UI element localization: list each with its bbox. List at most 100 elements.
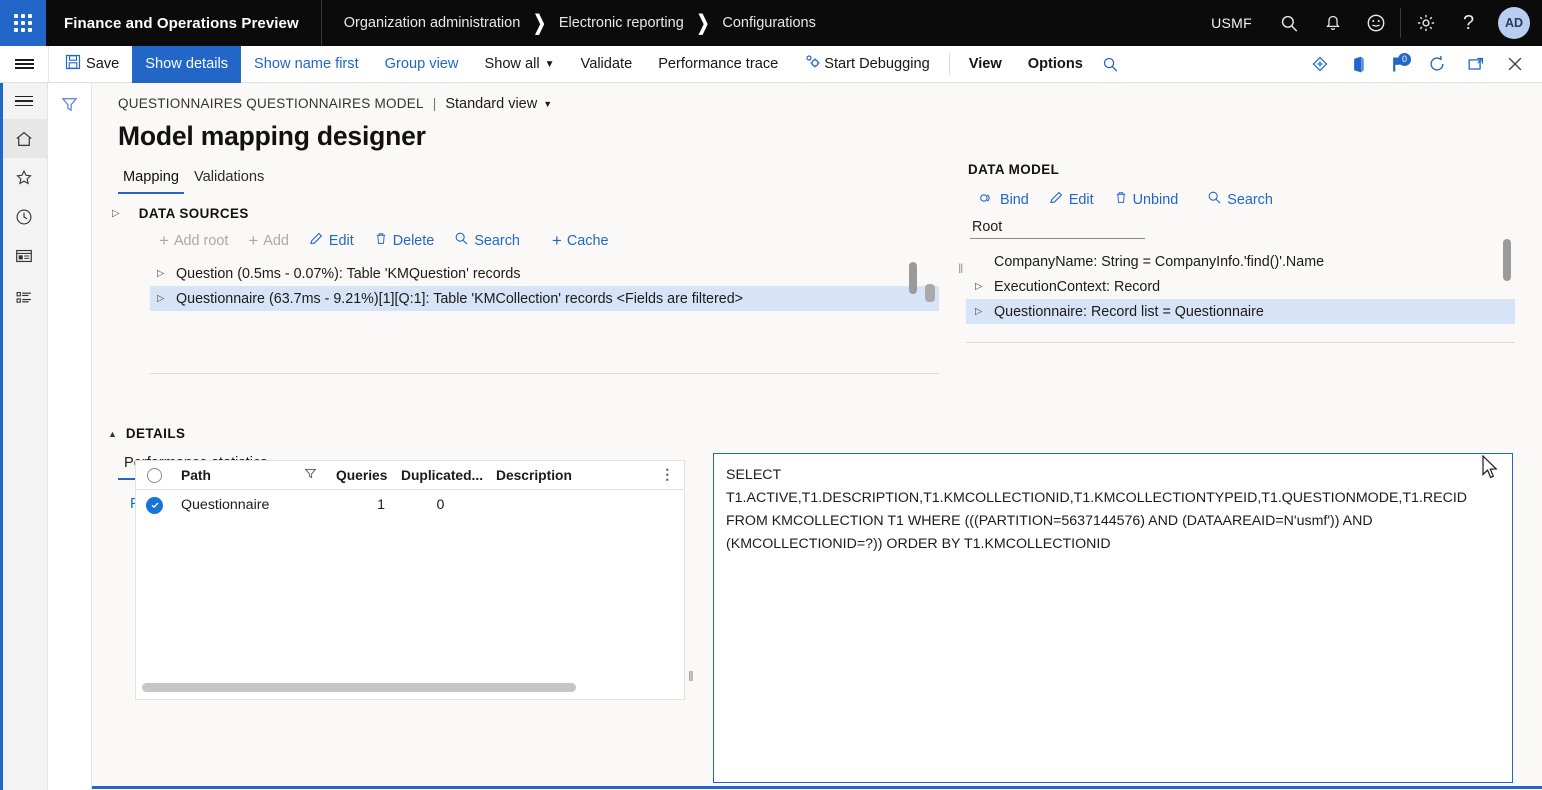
view-selector[interactable]: Standard view ▼ — [445, 96, 552, 112]
page-breadcrumb: QUESTIONNAIRES QUESTIONNAIRES MODEL | St… — [92, 83, 1542, 112]
tab-validations[interactable]: Validations — [189, 166, 269, 194]
sidebar-item-modules[interactable] — [0, 278, 48, 317]
data-sources-tree: ▷ Question (0.5ms - 0.07%): Table 'KMQue… — [150, 261, 939, 374]
data-model-root-input[interactable] — [970, 218, 1145, 239]
sidebar-item-recent[interactable] — [0, 197, 48, 236]
model-row-label: CompanyName: String = CompanyInfo.'find(… — [994, 253, 1325, 270]
tab-mapping[interactable]: Mapping — [118, 166, 184, 194]
avatar[interactable]: AD — [1498, 7, 1530, 39]
view-menu-button[interactable]: View — [956, 46, 1015, 83]
search-icon[interactable] — [1096, 46, 1126, 83]
help-question-icon[interactable]: ? — [1447, 0, 1490, 46]
data-sources-title: DATA SOURCES — [138, 206, 249, 221]
grid-column-duplicated[interactable]: Duplicated... — [393, 468, 488, 483]
action-pane-toolbar: Save Show details Show name first Group … — [0, 45, 1542, 83]
trash-icon — [374, 231, 388, 250]
save-floppy-icon — [65, 54, 81, 74]
sidebar-item-workspaces[interactable] — [0, 236, 48, 275]
more-vertical-icon[interactable]: ⋮ — [652, 467, 684, 483]
company-selector[interactable]: USMF — [1195, 15, 1268, 31]
search-button[interactable]: Search — [445, 229, 529, 252]
sql-query-textbox[interactable]: SELECT T1.ACTIVE,T1.DESCRIPTION,T1.KMCOL… — [713, 453, 1513, 783]
data-sources-vertical-scrollbar[interactable] — [909, 262, 917, 294]
breadcrumb-item-organization-administration[interactable]: Organization administration — [344, 15, 521, 31]
share-diamond-icon[interactable] — [1300, 46, 1339, 83]
rail-hamburger-icon[interactable] — [0, 83, 48, 119]
tree-row-questionnaire[interactable]: ▷ Questionnaire (63.7ms - 9.21%)[1][Q:1]… — [150, 286, 939, 311]
expand-caret-icon[interactable]: ▷ — [112, 208, 120, 219]
data-model-title: DATA MODEL — [968, 162, 1060, 177]
settings-gear-icon[interactable] — [1404, 0, 1447, 46]
close-icon[interactable] — [1495, 46, 1534, 83]
edit-button[interactable]: Edit — [300, 229, 363, 252]
grid-column-queries[interactable]: Queries — [328, 468, 393, 483]
feedback-smiley-icon[interactable] — [1354, 0, 1397, 46]
radio-selected-icon — [146, 496, 163, 514]
page-breadcrumb-text: QUESTIONNAIRES QUESTIONNAIRES MODEL — [118, 96, 424, 111]
breadcrumb-item-configurations[interactable]: Configurations — [722, 15, 816, 31]
show-name-first-button[interactable]: Show name first — [241, 46, 372, 83]
edit-model-button[interactable]: Edit — [1040, 188, 1103, 211]
grid-sql-splitter[interactable]: ‖ — [688, 668, 694, 684]
options-menu-button[interactable]: Options — [1015, 46, 1096, 83]
grid-column-path[interactable]: Path — [173, 468, 296, 483]
show-all-dropdown[interactable]: Show all ▼ — [471, 46, 567, 83]
sidebar-item-favorites[interactable] — [0, 158, 48, 197]
add-root-button[interactable]: + Add root — [150, 230, 237, 251]
popout-icon[interactable] — [1456, 46, 1495, 83]
breadcrumb-item-electronic-reporting[interactable]: Electronic reporting — [559, 15, 684, 31]
show-details-button[interactable]: Show details — [132, 45, 242, 83]
table-row[interactable]: Questionnaire 1 0 — [136, 490, 684, 520]
trash-icon — [1114, 190, 1128, 209]
add-label: Add — [263, 232, 289, 249]
sidebar-item-home[interactable] — [0, 119, 48, 158]
data-model-command-bar: Bind Edit Unbind Search — [966, 177, 1532, 211]
page-bottom-accent — [92, 786, 1542, 789]
save-button[interactable]: Save — [49, 46, 132, 83]
bind-button[interactable]: Bind — [970, 189, 1038, 211]
tree-row-question[interactable]: ▷ Question (0.5ms - 0.07%): Table 'KMQue… — [150, 261, 939, 286]
validate-button[interactable]: Validate — [568, 46, 646, 83]
power-apps-icon[interactable]: 0 — [1378, 46, 1417, 83]
page-title: Model mapping designer — [118, 121, 426, 151]
view-selector-label: Standard view — [445, 96, 538, 112]
edit-model-label: Edit — [1068, 191, 1094, 208]
model-row-executioncontext[interactable]: ▷ ExecutionContext: Record — [966, 274, 1515, 299]
refresh-icon[interactable] — [1417, 46, 1456, 83]
details-title: DETAILS — [125, 426, 186, 441]
cell-path: Questionnaire — [181, 497, 270, 513]
add-button[interactable]: + Add — [239, 230, 298, 251]
collapse-caret-icon[interactable]: ▲ — [108, 429, 117, 439]
row-select-radio[interactable] — [136, 496, 173, 514]
navigation-menu-hamburger-icon[interactable] — [0, 46, 48, 82]
data-model-vertical-scrollbar[interactable] — [1503, 239, 1511, 281]
save-label: Save — [86, 56, 120, 72]
grid-select-all-radio[interactable] — [136, 467, 173, 483]
start-debugging-button[interactable]: Start Debugging — [791, 46, 942, 83]
details-section-header[interactable]: ▲ DETAILS — [92, 424, 1542, 441]
performance-trace-button[interactable]: Performance trace — [645, 46, 791, 83]
grid-horizontal-scrollbar[interactable] — [142, 683, 576, 692]
group-view-button[interactable]: Group view — [372, 46, 472, 83]
model-row-companyname[interactable]: CompanyName: String = CompanyInfo.'find(… — [966, 249, 1515, 274]
delete-button[interactable]: Delete — [365, 229, 444, 252]
expand-caret-icon[interactable]: ▷ — [975, 281, 985, 292]
search-icon[interactable] — [1268, 0, 1311, 46]
data-sources-scroll-handle[interactable] — [925, 284, 935, 302]
open-in-office-icon[interactable] — [1339, 46, 1378, 83]
filter-funnel-icon[interactable] — [60, 95, 91, 119]
app-title[interactable]: Finance and Operations Preview — [46, 0, 322, 46]
expand-caret-icon[interactable]: ▷ — [975, 306, 985, 317]
app-launcher-waffle-icon[interactable] — [0, 0, 46, 46]
model-row-questionnaire[interactable]: ▷ Questionnaire: Record list = Questionn… — [966, 299, 1515, 324]
notification-bell-icon[interactable] — [1311, 0, 1354, 46]
grid-column-description[interactable]: Description — [488, 468, 593, 483]
search-model-button[interactable]: Search — [1198, 188, 1282, 211]
expand-caret-icon[interactable]: ▷ — [157, 268, 167, 279]
breadcrumb: Organization administration ❯ Electronic… — [322, 0, 816, 46]
filter-funnel-icon[interactable] — [296, 467, 328, 483]
panels-splitter[interactable]: ‖ — [958, 261, 964, 276]
cache-button[interactable]: + Cache — [543, 230, 618, 251]
expand-caret-icon[interactable]: ▷ — [157, 293, 167, 304]
unbind-button[interactable]: Unbind — [1105, 188, 1188, 211]
